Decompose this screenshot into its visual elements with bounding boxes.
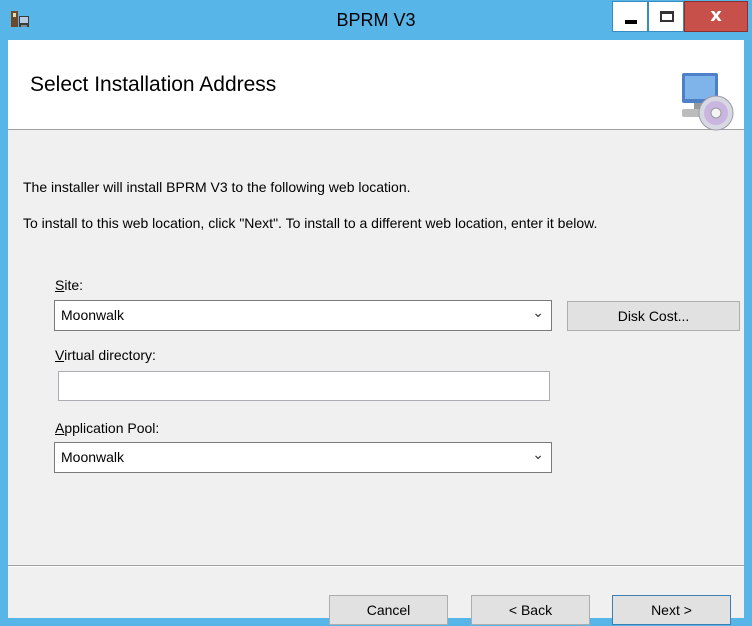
application-pool-label-mnemonic: A [55, 420, 65, 436]
cancel-button[interactable]: Cancel [329, 595, 448, 625]
maximize-icon [660, 11, 674, 22]
application-pool-label: Application Pool: [55, 420, 159, 436]
site-label: Site: [55, 277, 83, 293]
installer-window: BPRM V3 x Select Installation Address Th… [0, 0, 752, 626]
virtual-directory-input[interactable] [58, 371, 550, 401]
site-label-mnemonic: S [55, 277, 65, 293]
close-icon: x [710, 5, 722, 26]
application-pool-label-rest: pplication Pool: [64, 420, 160, 436]
next-button[interactable]: Next > [612, 595, 731, 625]
site-label-rest: ite: [64, 277, 84, 293]
instructions-text: To install to this web location, click "… [23, 215, 598, 231]
dialog-client-area: Select Installation Address The installe… [8, 40, 744, 625]
intro-text: The installer will install BPRM V3 to th… [23, 179, 411, 195]
virtual-directory-label: Virtual directory: [55, 347, 156, 363]
header-banner: Select Installation Address [8, 40, 744, 131]
minimize-button[interactable] [612, 1, 648, 32]
back-button[interactable]: < Back [471, 595, 590, 625]
application-pool-select-value: Moonwalk [61, 449, 125, 465]
minimize-icon [625, 20, 637, 24]
application-pool-select[interactable]: Moonwalk ⌄ [54, 442, 552, 473]
page-title: Select Installation Address [30, 73, 277, 96]
footer-divider-highlight [8, 566, 744, 567]
maximize-button[interactable] [648, 1, 684, 32]
chevron-down-icon: ⌄ [532, 305, 544, 321]
site-select[interactable]: Moonwalk ⌄ [54, 300, 552, 331]
close-button[interactable]: x [684, 1, 748, 32]
chevron-down-icon: ⌄ [532, 447, 544, 463]
virtual-directory-label-mnemonic: V [55, 347, 65, 363]
computer-disc-icon [682, 73, 734, 131]
site-select-value: Moonwalk [61, 307, 125, 323]
virtual-directory-label-rest: irtual directory: [64, 347, 156, 363]
title-bar[interactable]: BPRM V3 x [0, 0, 752, 40]
disk-cost-button[interactable]: Disk Cost... [567, 301, 740, 331]
